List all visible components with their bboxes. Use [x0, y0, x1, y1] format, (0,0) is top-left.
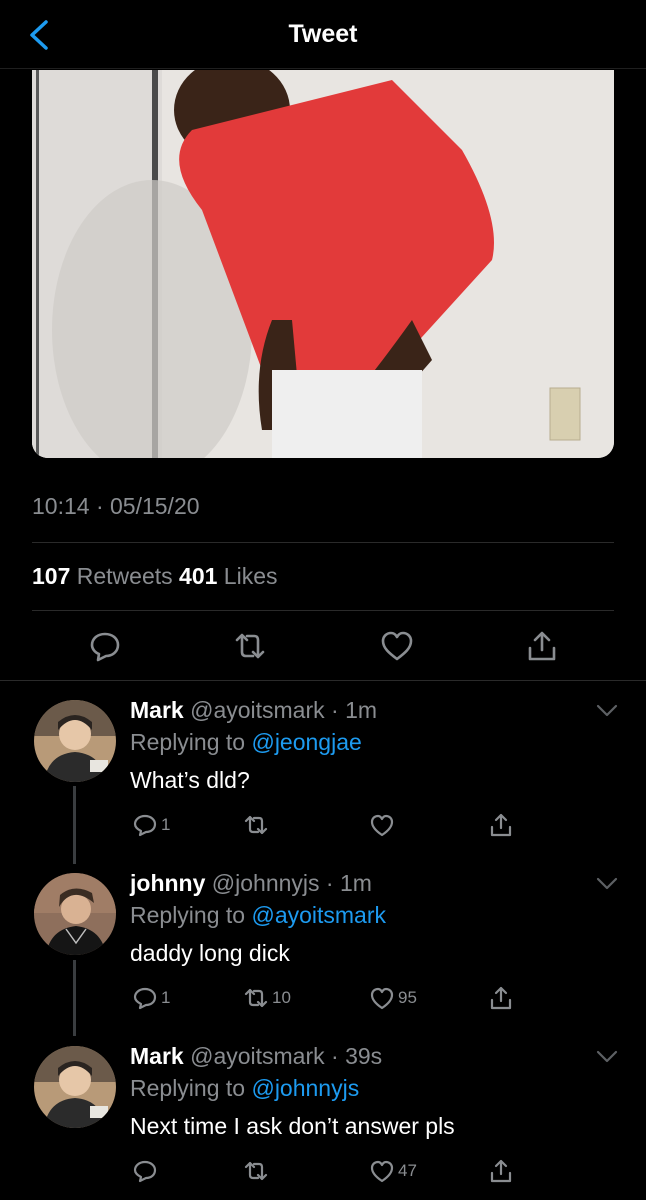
reply-icon: [133, 1160, 157, 1183]
reply-header: Mark @ayoitsmark · 1m: [130, 697, 600, 724]
reply-button[interactable]: [132, 1157, 161, 1185]
reply-icon: [133, 987, 157, 1010]
likes-count[interactable]: 401: [179, 563, 217, 589]
reply-header: Mark @ayoitsmark · 39s: [130, 1043, 600, 1070]
reply-text: What’s dld?: [130, 767, 250, 793]
reply-time: · 1m: [325, 870, 372, 896]
heart-icon: [370, 814, 394, 837]
share-button[interactable]: [488, 811, 514, 839]
like-button[interactable]: [369, 811, 398, 839]
replying-to-label: Replying to: [130, 1075, 246, 1101]
retweet-button[interactable]: [243, 1157, 272, 1185]
user-handle[interactable]: @ayoitsmark: [190, 697, 325, 723]
like-count: 95: [398, 988, 417, 1007]
page-title: Tweet: [288, 20, 358, 48]
tweet-photo[interactable]: [32, 70, 614, 458]
replying-to-label: Replying to: [130, 902, 246, 928]
like-button[interactable]: 47: [369, 1157, 417, 1185]
replying-to: Replying to @jeongjae: [130, 729, 600, 756]
display-name[interactable]: Mark: [130, 1043, 184, 1069]
like-count: 47: [398, 1161, 417, 1180]
reply-header: johnny @johnnyjs · 1m: [130, 870, 600, 897]
retweets-count[interactable]: 107: [32, 563, 70, 589]
retweet-count: 10: [272, 988, 291, 1007]
share-icon: [490, 986, 512, 1010]
retweet-button[interactable]: 10: [243, 984, 291, 1012]
chevron-down-icon[interactable]: [596, 1050, 618, 1064]
share-button[interactable]: [488, 984, 514, 1012]
user-avatar-image: [34, 873, 116, 955]
retweet-icon[interactable]: [232, 628, 268, 664]
mention-link[interactable]: @jeongjae: [251, 729, 361, 755]
display-name[interactable]: Mark: [130, 697, 184, 723]
thread-connector: [73, 960, 76, 1036]
replying-to: Replying to @johnnyjs: [130, 1075, 600, 1102]
divider: [0, 680, 646, 681]
share-button[interactable]: [488, 1157, 514, 1185]
heart-icon: [370, 1160, 394, 1183]
reply-item[interactable]: johnny @johnnyjs · 1m Replying to @ayoit…: [130, 870, 600, 967]
replying-to: Replying to @ayoitsmark: [130, 902, 600, 929]
share-icon: [490, 1159, 512, 1183]
reply-button[interactable]: 1: [132, 811, 170, 839]
reply-button[interactable]: 1: [132, 984, 170, 1012]
user-handle[interactable]: @ayoitsmark: [190, 1043, 325, 1069]
tweet-timestamp: 10:14 · 05/15/20: [32, 493, 200, 519]
reply-time: · 39s: [331, 1043, 383, 1069]
reply-text: Next time I ask don’t answer pls: [130, 1113, 455, 1139]
chevron-down-icon[interactable]: [596, 877, 618, 891]
retweet-icon: [244, 1161, 268, 1181]
reply-time: · 1m: [331, 697, 378, 723]
reply-text: daddy long dick: [130, 940, 290, 966]
display-name[interactable]: johnny: [130, 870, 205, 896]
likes-label[interactable]: Likes: [224, 563, 278, 589]
top-bar: Tweet: [0, 0, 646, 69]
heart-icon: [370, 987, 394, 1010]
user-avatar-image: [34, 700, 116, 782]
reply-count: 1: [161, 815, 171, 834]
like-heart-icon[interactable]: [379, 628, 415, 664]
retweet-icon: [244, 988, 268, 1008]
tweet-stats: 107 Retweets 401 Likes: [32, 563, 278, 590]
thread-connector: [73, 786, 76, 864]
share-icon: [490, 813, 512, 837]
replying-to-label: Replying to: [130, 729, 246, 755]
retweet-button[interactable]: [243, 811, 272, 839]
reply-item[interactable]: Mark @ayoitsmark · 39s Replying to @john…: [130, 1043, 600, 1140]
meme-photo-image: [32, 70, 614, 458]
reply-icon: [133, 814, 157, 837]
retweets-label[interactable]: Retweets: [77, 563, 173, 589]
avatar[interactable]: [34, 873, 116, 955]
share-icon[interactable]: [524, 628, 560, 664]
avatar[interactable]: [34, 1046, 116, 1128]
reply-item[interactable]: Mark @ayoitsmark · 1m Replying to @jeong…: [130, 697, 600, 794]
divider: [32, 610, 614, 611]
like-button[interactable]: 95: [369, 984, 417, 1012]
user-avatar-image: [34, 1046, 116, 1128]
avatar[interactable]: [34, 700, 116, 782]
mention-link[interactable]: @johnnyjs: [251, 1075, 359, 1101]
divider: [32, 542, 614, 543]
mention-link[interactable]: @ayoitsmark: [251, 902, 386, 928]
chevron-down-icon[interactable]: [596, 704, 618, 718]
reply-icon[interactable]: [87, 628, 123, 664]
user-handle[interactable]: @johnnyjs: [212, 870, 320, 896]
retweet-icon: [244, 815, 268, 835]
reply-count: 1: [161, 988, 171, 1007]
